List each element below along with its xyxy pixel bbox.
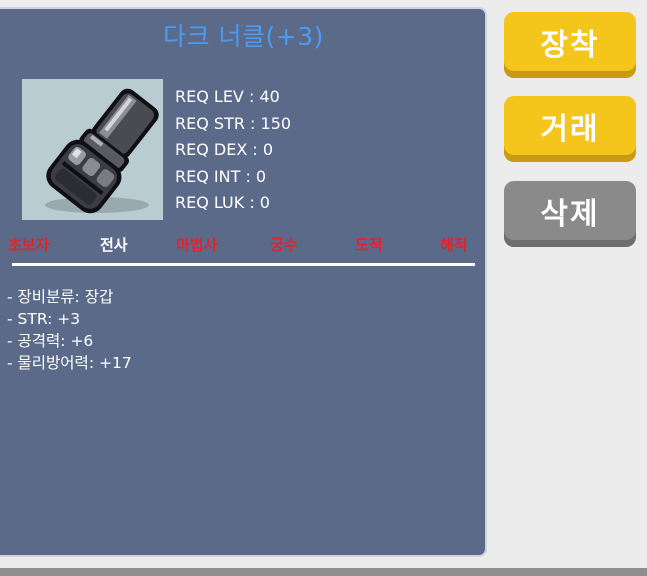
trade-button[interactable]: 거래 (504, 96, 636, 162)
delete-button-label: 삭제 (540, 197, 600, 232)
item-info-panel: 다크 너클(+3) REQ LEV : 40 REQ STR: 150 REQ… (0, 7, 487, 557)
requirements-list: REQ LEV : 40 REQ STR : 150 REQ DEX : 0 R… (175, 84, 291, 217)
divider (12, 263, 475, 266)
item-name: 다크 너클(+3) (163, 22, 324, 51)
dark-knuckle-glove-icon (45, 88, 159, 214)
stat-attack: - 공격력: +6 (7, 332, 94, 350)
job-pirate: 해적 (440, 236, 468, 254)
req-int: REQ INT : 0 (175, 166, 267, 186)
req-level: REQ LEV : 40 (175, 87, 280, 106)
job-magician: 마법사 (176, 236, 218, 254)
job-archer: 궁수 (270, 236, 298, 254)
stat-str: - STR: +3 (7, 310, 81, 328)
stat-physical-defense: - 물리방어력: +17 (7, 354, 132, 372)
bottom-bar (0, 568, 647, 576)
trade-button-label: 거래 (540, 112, 600, 147)
req-dex: REQ DEX : 0 (175, 140, 274, 159)
item-image (22, 79, 163, 220)
job-thief: 도적 (355, 236, 383, 254)
stat-equip-category: - 장비분류: 장갑 (7, 288, 114, 306)
req-str: REQ STR : 150 (175, 113, 292, 133)
equip-button[interactable]: 장착 (504, 12, 636, 78)
req-luk: REQ LUK : 0 (175, 193, 270, 212)
job-class-row: 초보자 전사 마법사 궁수 도적 해적 (0, 234, 487, 256)
job-beginner: 초보자 (8, 236, 50, 254)
delete-button[interactable]: 삭제 (504, 181, 636, 247)
item-stats-list: - 장비분류: 장갑 - STR: +3 - 공격력: +6 - 물리방어력: … (7, 286, 132, 374)
equip-button-label: 장착 (540, 28, 600, 63)
job-warrior: 전사 (100, 236, 128, 254)
